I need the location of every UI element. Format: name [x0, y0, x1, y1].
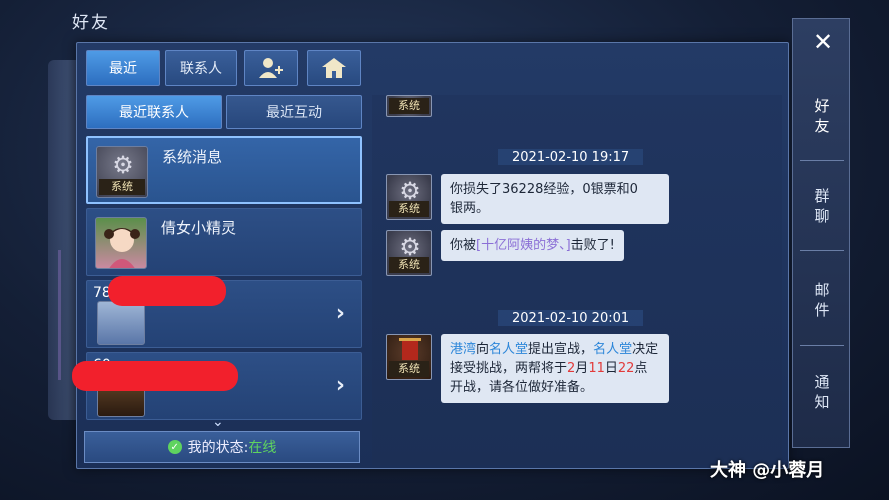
home-button[interactable] [307, 50, 361, 86]
system-tag: 系统 [389, 201, 429, 217]
message-timestamp: 2021-02-10 20:01 [498, 310, 644, 326]
my-status-bar[interactable]: ✓ 我的状态: 在线 [84, 431, 360, 463]
system-avatar: ⚙ 系统 [386, 174, 432, 220]
nav-group-chat[interactable]: 群聊 [806, 186, 838, 226]
tab-contacts[interactable]: 联系人 [165, 50, 237, 86]
tab-recent[interactable]: 最近 [86, 50, 160, 86]
divider [800, 250, 844, 251]
chevron-right-icon[interactable]: › [336, 301, 345, 326]
add-friend-button[interactable] [244, 50, 298, 86]
guild-link[interactable]: 港湾 [450, 342, 476, 357]
contact-item-system[interactable]: ⚙ 系统 系统消息 [86, 136, 362, 204]
message-timestamp: 2021-02-10 19:17 [498, 149, 644, 165]
close-icon[interactable]: ✕ [809, 28, 837, 56]
nav-friends[interactable]: 好友 [806, 96, 838, 136]
message-bubble: 你损失了36228经验，0银票和0 银两。 [441, 174, 669, 224]
system-tag: 系统 [99, 179, 145, 195]
redaction-mark [108, 276, 226, 306]
gear-icon: ⚙ [112, 151, 134, 179]
system-avatar: ⚙ 系统 [386, 230, 432, 276]
message-text: 你损失了36228经验，0银票和0 [450, 182, 638, 197]
message-text: 提出宣战， [528, 342, 594, 357]
gear-icon: ⚙ [399, 177, 421, 205]
chevron-right-icon[interactable]: › [336, 373, 345, 398]
system-avatar: 系统 [386, 95, 432, 117]
watermark: 大神 @小蓉月 [710, 460, 825, 481]
system-tag: 系统 [389, 361, 429, 377]
divider [800, 345, 844, 346]
message-text: 击败了! [570, 238, 615, 253]
check-icon: ✓ [167, 440, 182, 454]
divider [800, 160, 844, 161]
girl-avatar-icon [104, 228, 140, 268]
status-label: 我的状态: [187, 440, 249, 456]
chevron-down-icon[interactable]: ⌄ [212, 414, 224, 430]
add-user-icon [259, 58, 283, 78]
player-link[interactable]: [十亿阿姨的梦、] [476, 238, 571, 253]
guild-link[interactable]: 名人堂 [489, 342, 528, 357]
subtab-recent-contacts[interactable]: 最近联系人 [86, 95, 222, 129]
subtab-recent-interactions[interactable]: 最近互动 [226, 95, 362, 129]
status-value: 在线 [248, 440, 277, 456]
message-text: 银两。 [450, 201, 490, 216]
tassel-decoration [58, 250, 78, 380]
message-text: 22 [617, 361, 635, 376]
nav-notice[interactable]: 通知 [806, 372, 838, 412]
system-avatar: ⚙ 系统 [96, 146, 148, 198]
system-avatar: 系统 [386, 334, 432, 380]
guild-link[interactable]: 名人堂 [593, 342, 632, 357]
message-text: 月 [575, 361, 589, 376]
home-icon [322, 58, 346, 78]
avatar [95, 217, 147, 269]
gear-icon: ⚙ [399, 233, 421, 261]
message-text: 日 [604, 361, 618, 376]
avatar [97, 301, 145, 345]
contact-item-spirit[interactable]: 倩女小精灵 [86, 208, 362, 276]
nav-mail[interactable]: 邮件 [806, 280, 838, 320]
message-text: 你被 [450, 238, 477, 253]
message-text: 向 [476, 342, 490, 357]
system-tag: 系统 [389, 98, 429, 114]
contact-name: 倩女小精灵 [161, 219, 237, 237]
message-bubble: 你被[十亿阿姨的梦、]击败了! [441, 230, 624, 261]
contact-name: 系统消息 [162, 148, 223, 166]
message-text: 11 [588, 361, 605, 376]
message-bubble: 港湾向名人堂提出宣战，名人堂决定接受挑战，两帮将于2月11日22点开战，请各位做… [441, 334, 669, 403]
system-tag: 系统 [389, 257, 429, 273]
page-title: 好友 [72, 13, 110, 33]
redaction-mark [72, 361, 238, 391]
